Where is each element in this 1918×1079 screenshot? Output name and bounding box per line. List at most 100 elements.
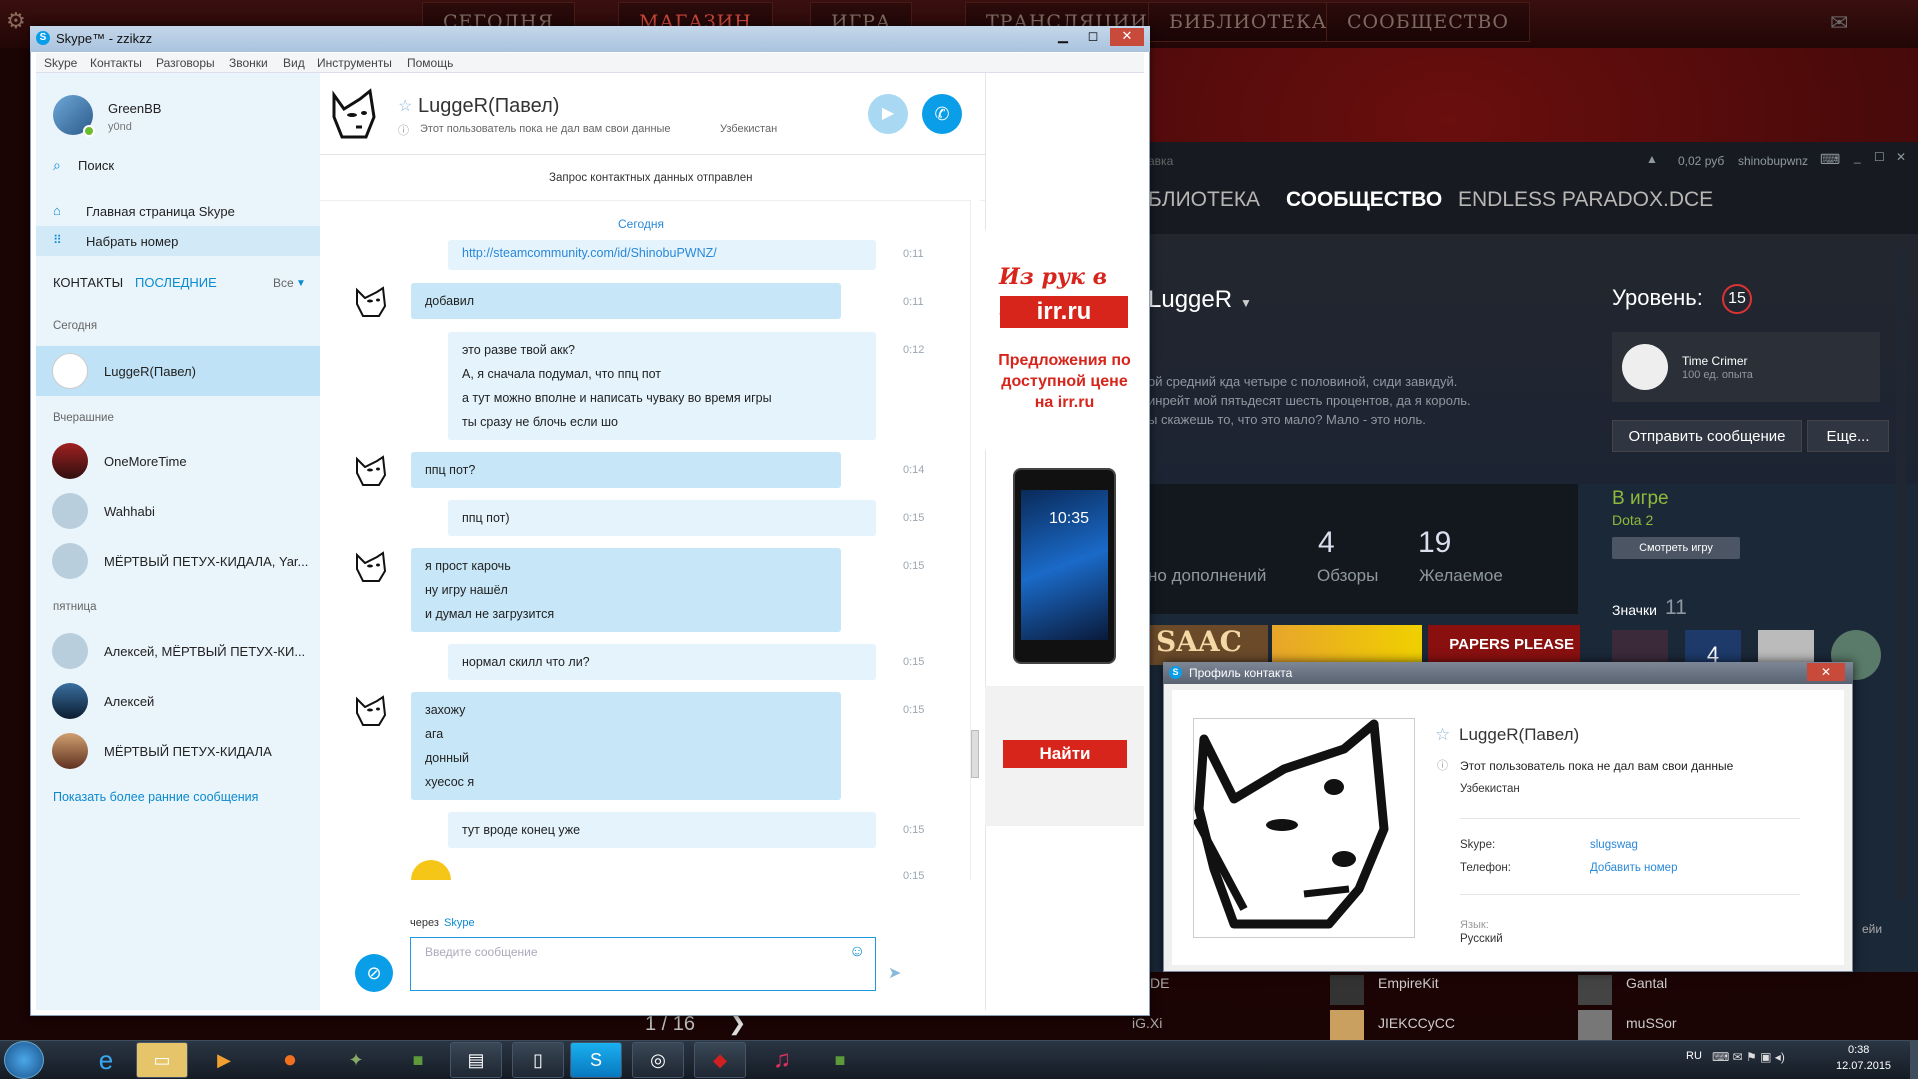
tab-contacts[interactable]: КОНТАКТЫ [53,275,123,290]
name-dropdown-icon[interactable]: ▼ [1240,296,1252,310]
level-badge[interactable]: 15 [1722,284,1752,314]
profile-name[interactable]: LuggeR [1148,286,1232,314]
ad-find-button[interactable]: Найти [1003,740,1127,768]
send-message-button[interactable]: Отправить сообщение [1612,420,1802,452]
friend-name[interactable]: EmpireKit [1378,975,1439,991]
contact-item[interactable]: МЁРТВЫЙ ПЕТУХ-КИДАЛА [36,726,320,776]
current-game[interactable]: Dota 2 [1612,512,1653,528]
steam-taskbar-icon[interactable]: ◎ [632,1042,684,1078]
steam-tab-community[interactable]: СООБЩЕСТВО [1326,2,1530,42]
menu-calls[interactable]: Звонки [229,56,268,70]
friend-name[interactable]: JIEKCCyCC [1378,1015,1455,1031]
skype-home-link[interactable]: Главная страница Skype [86,204,235,219]
dial-link[interactable]: Набрать номер [86,234,178,249]
menu-view[interactable]: Вид [283,56,305,70]
game-tile[interactable]: SAAC [1150,625,1268,665]
nav-library[interactable]: БЛИОТЕКА [1148,188,1260,212]
friend-name[interactable]: muSSor [1626,1015,1677,1031]
send-icon[interactable]: ➤ [888,963,901,983]
friend-avatar[interactable] [1330,975,1364,1005]
video-call-button[interactable]: ▶ [868,94,908,134]
star-icon[interactable]: ☆ [398,96,412,116]
watch-game-button[interactable]: Смотреть игру [1612,537,1740,559]
steam-tab-library[interactable]: БИБЛИОТЕКА [1148,2,1349,42]
menu-tools[interactable]: Инструменты [317,56,392,70]
notes-icon[interactable]: ▤ [450,1042,502,1078]
close-icon[interactable]: ✕ [1110,28,1144,46]
tray-icons[interactable]: ⌨ ✉ ⚑ ▣ ◂) [1712,1050,1785,1064]
media-player-icon[interactable]: ▶ [198,1042,250,1078]
user-mood[interactable]: y0nd [108,121,132,133]
minimize-icon[interactable]: ▁ [1050,28,1076,46]
itunes-icon[interactable]: ♫ [756,1042,808,1078]
ad-banner[interactable]: Из рук в руки irr.ru Предложения по дост… [985,230,1144,450]
featured-badge[interactable]: Time Crimer 100 ед. опыта [1612,332,1880,402]
maximize-icon[interactable]: ☐ [1874,150,1885,164]
contact-item[interactable]: LuggeR(Павел) [36,346,320,396]
user-name[interactable]: GreenBB [108,101,161,116]
contact-item[interactable]: Алексей, МЁРТВЫЙ ПЕТУХ-КИ... [36,626,320,676]
scroll-thumb[interactable] [971,730,979,778]
mail-icon[interactable]: ✉ [1830,10,1848,36]
stat-dlc-label[interactable]: но дополнений [1148,566,1266,586]
attach-button[interactable]: ⊘ [355,954,393,992]
nav-community[interactable]: СООБЩЕСТВО [1286,188,1442,212]
menu-help[interactable]: Помощь [407,56,453,70]
firefox-icon[interactable]: ● [264,1042,316,1078]
language-indicator[interactable]: RU [1686,1050,1702,1062]
close-icon[interactable]: ✕ [1896,150,1906,164]
message-input[interactable]: Введите сообщение ☺ [410,937,876,991]
ie-icon[interactable]: e [80,1042,132,1078]
minimize-icon[interactable]: _ [1854,150,1861,164]
call-button[interactable]: ✆ [922,94,962,134]
more-button[interactable]: Еще... [1807,420,1889,452]
filter-dropdown[interactable]: Все [273,276,294,290]
clock-date[interactable]: 12.07.2015 [1836,1060,1891,1072]
friend-avatar[interactable] [1578,1010,1612,1040]
emoticon-icon[interactable]: ☺ [849,943,865,961]
contact-item[interactable]: Алексей [36,676,320,726]
app-icon[interactable]: ✦ [330,1042,382,1078]
chat-title[interactable]: LuggeR(Павел) [418,95,559,118]
stat-reviews-label[interactable]: Обзоры [1317,566,1378,586]
show-desktop-button[interactable] [1910,1040,1918,1079]
stat-wishlist-label[interactable]: Желаемое [1419,566,1503,586]
game-tile[interactable] [1272,625,1422,665]
account-name[interactable]: shinobupwnz [1738,154,1808,168]
game-tile[interactable]: PAPERS PLEASE [1428,625,1580,665]
chat-scrollbar[interactable] [970,200,980,880]
nav-username[interactable]: ENDLESS PARADOX.DCE [1458,188,1713,212]
menu-contacts[interactable]: Контакты [90,56,142,70]
menu-skype[interactable]: Skype [44,56,77,70]
star-icon[interactable]: ☆ [1435,725,1450,745]
search-input[interactable]: Поиск [78,158,114,173]
minecraft-icon[interactable]: ■ [392,1042,444,1078]
friend-avatar[interactable] [1578,975,1612,1005]
steam-settings-icon[interactable]: ⚙ [6,8,26,34]
close-icon[interactable]: ✕ [1807,663,1845,681]
message-link[interactable]: http://steamcommunity.com/id/ShinobuPWNZ… [462,246,717,260]
friend-avatar[interactable] [1330,1010,1364,1040]
minecraft-icon[interactable]: ■ [814,1042,866,1078]
contact-item[interactable]: Wahhabi [36,486,320,536]
chevron-down-icon[interactable]: ▼ [296,278,306,289]
add-phone-link[interactable]: Добавить номер [1590,862,1677,874]
contact-item[interactable]: МЁРТВЫЙ ПЕТУХ-КИДАЛА, Yar... [36,536,320,586]
skype-id[interactable]: slugswag [1590,839,1638,851]
gamepad-icon[interactable]: ⌨ [1820,151,1840,168]
folder-icon[interactable]: ▭ [136,1042,188,1078]
via-app-dropdown[interactable]: Skype [444,917,475,929]
clock-time[interactable]: 0:38 [1848,1044,1869,1056]
tab-recent[interactable]: ПОСЛЕДНИЕ [135,275,217,290]
dota-taskbar-icon[interactable]: ◆ [694,1042,746,1078]
steam-scrollbar[interactable] [1896,250,1906,900]
contact-item[interactable]: OneMoreTime [36,436,320,486]
friend-name[interactable]: Gantal [1626,975,1667,991]
phone-app-icon[interactable]: ▯ [512,1042,564,1078]
chat-contact-avatar[interactable] [330,87,382,145]
notification-icon[interactable]: ▲ [1646,152,1658,166]
start-button[interactable] [4,1041,44,1079]
menu-conversations[interactable]: Разговоры [156,56,215,70]
skype-taskbar-icon[interactable]: S [570,1042,622,1078]
badges-label[interactable]: Значки [1612,602,1657,618]
